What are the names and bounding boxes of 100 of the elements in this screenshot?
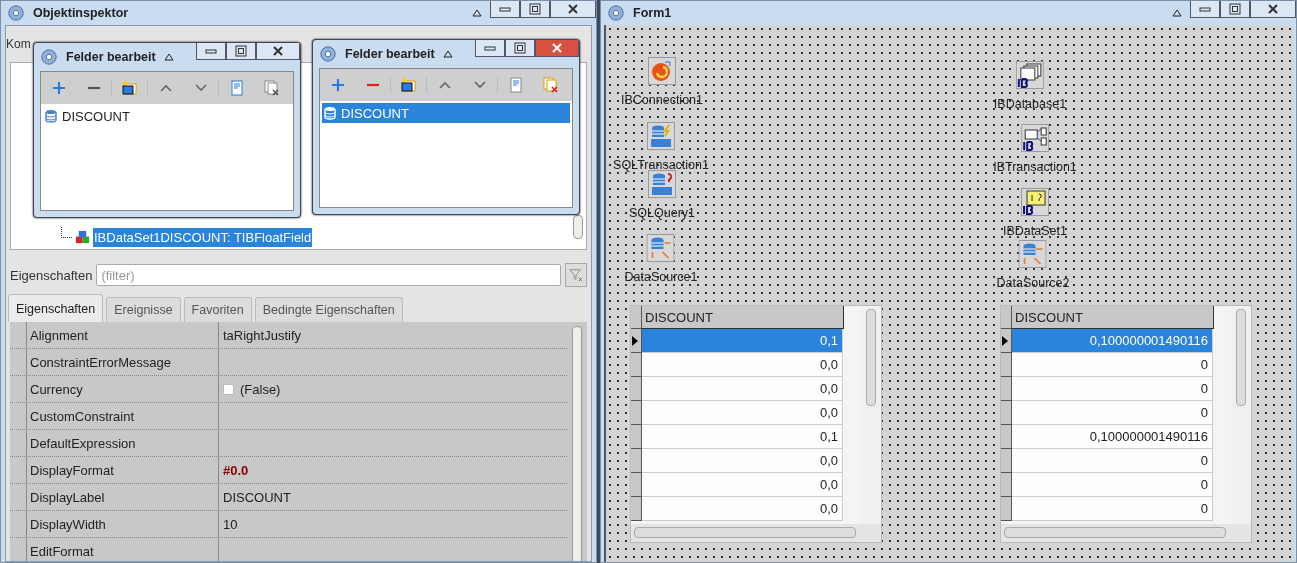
property-value[interactable]: #0.0 [223, 462, 249, 478]
row-indicator[interactable] [631, 329, 642, 353]
property-name: DisplayWidth [27, 511, 219, 537]
table-cell[interactable]: 0,100000001490116 [1012, 425, 1213, 449]
close-icon [1267, 3, 1279, 15]
shade-icon[interactable] [163, 53, 174, 61]
minimize-button[interactable] [196, 43, 226, 60]
delete-documents-icon[interactable] [542, 77, 559, 93]
scrollbar[interactable] [1004, 527, 1226, 538]
tab[interactable]: Bedingte Eigenschaften [254, 297, 403, 322]
property-value[interactable]: DISCOUNT [223, 489, 291, 505]
component-label: DataSource1 [624, 270, 698, 284]
component-label: SQLQuery1 [629, 206, 695, 220]
close-button[interactable] [256, 43, 300, 60]
table-cell[interactable]: 0,0 [642, 401, 843, 425]
row-indicator [1001, 306, 1012, 329]
table-cell[interactable]: 0 [1012, 449, 1213, 473]
component-label: DataSource2 [996, 276, 1070, 290]
scrollbar[interactable] [573, 215, 583, 239]
cubes-icon [75, 229, 90, 245]
table-cell[interactable]: 0,0 [642, 377, 843, 401]
database-sql-icon[interactable] [648, 170, 676, 198]
table-cell[interactable]: 0,1 [642, 425, 843, 449]
scrollbar[interactable] [572, 326, 582, 561]
property-name: Currency [27, 376, 219, 402]
property-name: Alignment [27, 322, 219, 348]
maximize-icon [529, 3, 541, 15]
column-header[interactable]: DISCOUNT [642, 306, 844, 329]
close-button[interactable] [1250, 1, 1296, 18]
table-cell[interactable]: 0,1 [642, 329, 843, 353]
table-cell[interactable]: 0 [1012, 401, 1213, 425]
tab[interactable]: Eigenschaften [8, 294, 104, 322]
checkbox[interactable] [223, 383, 234, 395]
minimize-button[interactable] [490, 1, 520, 18]
scrollbar[interactable] [1236, 309, 1246, 406]
minimize-button[interactable] [1190, 1, 1220, 18]
table-cell[interactable]: 0,0 [642, 497, 843, 521]
ib-component-icon[interactable] [1021, 188, 1049, 216]
component-label: IBTransaction1 [993, 160, 1077, 174]
close-icon [567, 3, 579, 15]
maximize-icon [514, 42, 526, 54]
maximize-button[interactable] [1220, 1, 1250, 18]
plus-icon[interactable] [329, 77, 346, 93]
plus-icon[interactable] [50, 80, 67, 96]
window-title: Felder bearbeit [345, 47, 435, 61]
window-icon[interactable] [400, 77, 417, 93]
app-icon [607, 4, 625, 22]
tree-item[interactable]: IBDataSet1DISCOUNT: TIBFloatField [93, 227, 313, 247]
column-header[interactable]: DISCOUNT [1012, 306, 1214, 329]
maximize-button[interactable] [505, 40, 535, 57]
table-cell[interactable]: 0,0 [642, 353, 843, 377]
datasource-icon[interactable] [647, 234, 675, 262]
maximize-button[interactable] [520, 1, 550, 18]
table-cell[interactable]: 0 [1012, 353, 1213, 377]
scrollbar[interactable] [634, 527, 856, 538]
table-cell[interactable]: 0,0 [642, 449, 843, 473]
shade-icon[interactable] [1172, 9, 1182, 17]
close-icon [551, 42, 563, 54]
components-label: Kom [6, 37, 31, 51]
scrollbar[interactable] [866, 309, 876, 406]
maximize-button[interactable] [226, 43, 256, 60]
row-indicator[interactable] [1001, 329, 1012, 353]
shade-icon[interactable] [472, 9, 482, 17]
table-cell[interactable]: 0,100000001490116 [1012, 329, 1213, 353]
property-name: EditFormat [27, 538, 219, 561]
app-icon [319, 45, 337, 63]
flame-icon[interactable] [648, 57, 676, 85]
window-icon[interactable] [121, 80, 138, 96]
filter-field[interactable]: (filter) [96, 264, 561, 286]
database-sql-icon[interactable] [647, 122, 675, 150]
property-value[interactable]: 10 [223, 516, 238, 532]
property-name: DisplayLabel [27, 484, 219, 510]
table-cell[interactable]: 0 [1012, 473, 1213, 497]
component-label: SQLTransaction1 [613, 158, 709, 172]
close-icon [272, 45, 284, 57]
ib-component-icon[interactable] [1021, 124, 1049, 152]
list-item[interactable]: DISCOUNT [43, 106, 291, 126]
database-icon [45, 109, 57, 123]
ib-component-icon[interactable] [1016, 61, 1044, 89]
property-value[interactable]: (False) [240, 381, 281, 397]
tab[interactable]: Ereignisse [106, 297, 181, 322]
property-value[interactable]: taRightJustify [223, 327, 302, 343]
delete-documents-icon[interactable] [263, 80, 280, 96]
tab[interactable]: Favoriten [183, 297, 252, 322]
row-pointer-icon [1001, 334, 1009, 347]
row-indicator [631, 306, 642, 329]
property-name: ConstraintErrorMessage [27, 349, 219, 375]
table-cell[interactable]: 0 [1012, 497, 1213, 521]
datasource-icon[interactable] [1019, 240, 1047, 268]
document-icon[interactable] [228, 80, 245, 96]
maximize-icon [235, 45, 247, 57]
close-button[interactable] [535, 40, 579, 57]
filter-clear-icon [569, 268, 583, 282]
close-button[interactable] [550, 1, 596, 18]
shade-icon[interactable] [442, 50, 453, 58]
property-name: DisplayFormat [27, 457, 219, 483]
table-cell[interactable]: 0 [1012, 377, 1213, 401]
minimize-button[interactable] [475, 40, 505, 57]
table-cell[interactable]: 0,0 [642, 473, 843, 497]
list-item[interactable]: DISCOUNT [322, 103, 570, 123]
